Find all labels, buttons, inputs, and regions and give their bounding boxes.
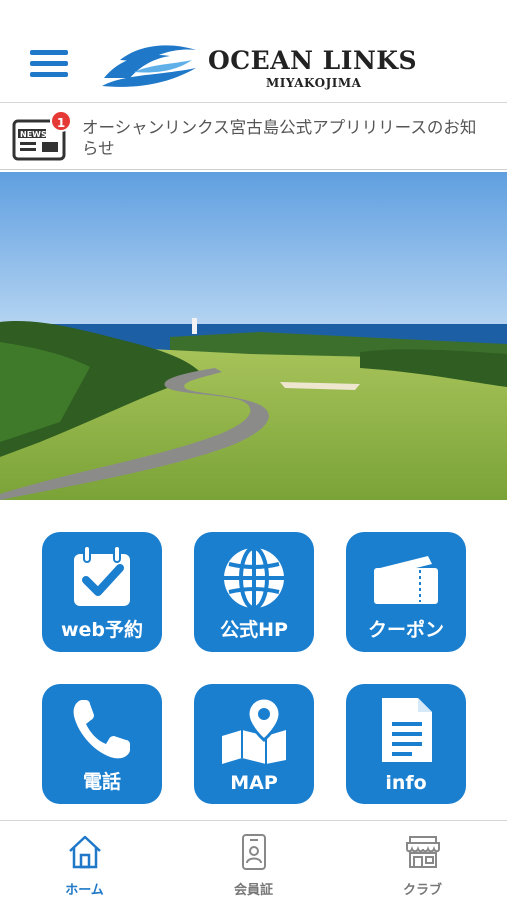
map-pin-icon — [222, 696, 286, 764]
tile-label: web予約 — [60, 619, 144, 641]
nav-label: ホーム — [65, 883, 104, 898]
menu-button[interactable] — [30, 50, 68, 84]
hero-image — [0, 172, 507, 500]
hamburger-icon-bar — [30, 61, 68, 66]
tile-label: info — [385, 772, 427, 794]
map-button[interactable]: MAP — [194, 684, 314, 804]
coupon-button[interactable]: クーポン — [346, 532, 466, 652]
nav-home[interactable]: ホーム — [0, 821, 169, 900]
document-icon — [382, 698, 432, 762]
bottom-navigation: ホーム 会員証 クラブ — [0, 820, 507, 900]
tile-label: クーポン — [367, 619, 444, 641]
nav-label: 会員証 — [233, 883, 273, 898]
calendar-check-icon — [74, 545, 130, 606]
globe-icon — [224, 546, 284, 610]
nav-label: クラブ — [402, 883, 442, 898]
wave-logo-icon — [102, 45, 196, 87]
logo-title: OCEAN LINKS — [208, 46, 418, 75]
hamburger-icon-bar — [30, 72, 68, 77]
nav-member-card[interactable]: 会員証 — [169, 821, 338, 900]
member-card-icon — [242, 834, 266, 870]
phone-icon — [73, 700, 130, 759]
logo-subtitle: MIYAKOJIMA — [266, 76, 362, 90]
tile-label: MAP — [230, 772, 278, 794]
app-header: OCEAN LINKS MIYAKOJIMA — [0, 0, 507, 100]
logo: OCEAN LINKS MIYAKOJIMA — [100, 38, 420, 98]
news-headline[interactable]: オーシャンリンクス宮古島公式アプリリリースのお知らせ — [82, 117, 492, 159]
web-reservation-button[interactable]: web予約 — [42, 532, 162, 652]
phone-button[interactable]: 電話 — [42, 684, 162, 804]
news-icon-label: NEWS — [20, 130, 47, 139]
official-hp-button[interactable]: 公式HP — [194, 532, 314, 652]
ticket-icon — [374, 556, 438, 604]
shop-icon — [406, 836, 440, 868]
hamburger-icon-bar — [30, 50, 68, 55]
news-banner[interactable]: NEWS 1 オーシャンリンクス宮古島公式アプリリリースのお知らせ — [0, 102, 507, 170]
tile-label: 公式HP — [220, 619, 288, 641]
notification-badge: 1 — [50, 110, 72, 132]
home-icon — [69, 835, 101, 869]
nav-club[interactable]: クラブ — [338, 821, 507, 900]
tile-label: 電話 — [82, 771, 121, 793]
info-button[interactable]: info — [346, 684, 466, 804]
